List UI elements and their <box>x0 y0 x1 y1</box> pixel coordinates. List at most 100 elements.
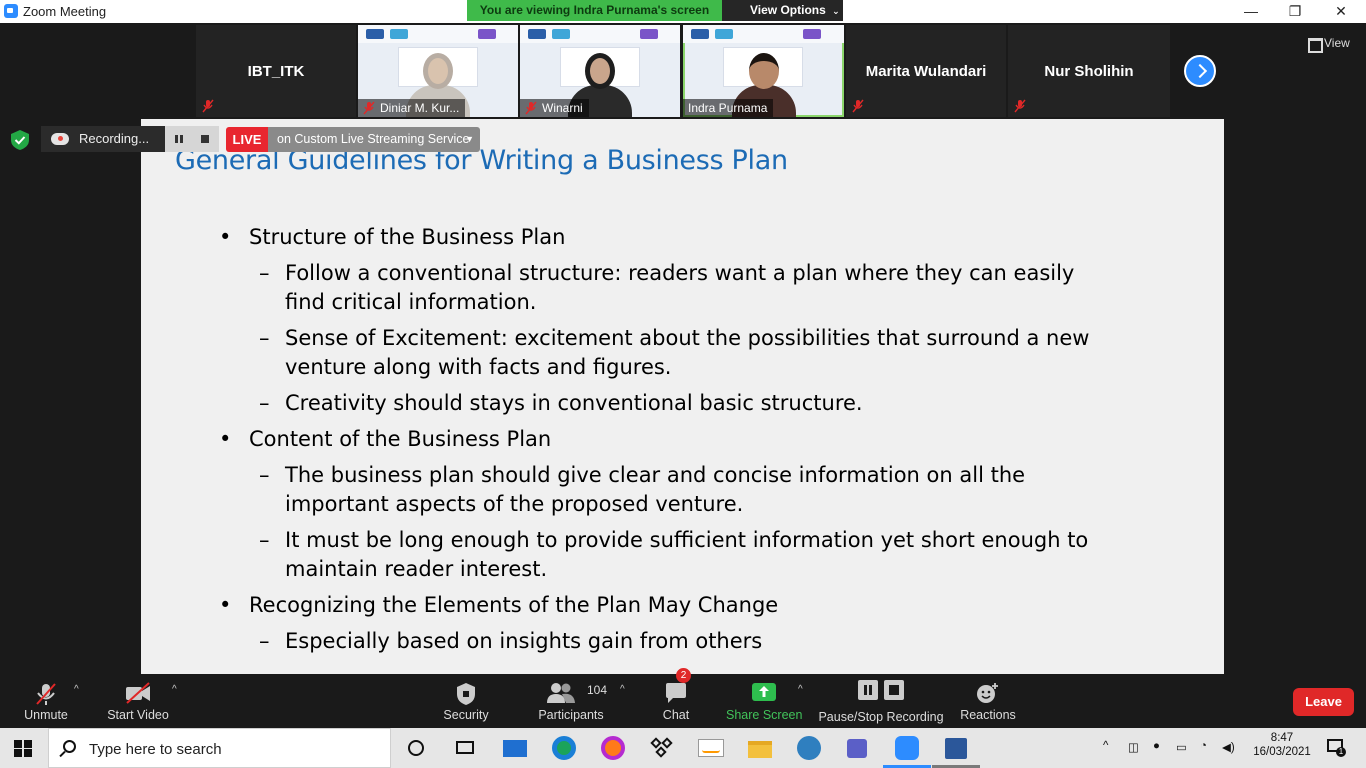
live-badge[interactable]: LIVE <box>226 127 268 152</box>
chat-button[interactable]: 2 Chat <box>658 668 694 728</box>
participant-video-tile[interactable]: Winarni <box>520 25 680 117</box>
start-video-button[interactable]: Start Video <box>104 674 172 728</box>
logo-icon <box>552 29 570 39</box>
mic-muted-icon <box>525 101 537 115</box>
view-button[interactable]: View <box>1302 33 1358 53</box>
participant-name-label: Diniar M. Kur... <box>358 99 466 117</box>
window-title: Zoom Meeting <box>23 4 107 19</box>
stop-recording-button[interactable] <box>192 126 219 152</box>
sub-bullet-item: Follow a conventional structure: readers… <box>219 259 1119 317</box>
volume-icon[interactable]: ◀) <box>1222 740 1235 754</box>
show-hidden-icons-icon[interactable]: ^ <box>1103 740 1108 752</box>
reactions-label: Reactions <box>960 708 1016 722</box>
live-service-label: on Custom Live Streaming Service <box>277 132 470 146</box>
maximize-button[interactable]: ❐ <box>1272 0 1318 23</box>
cortana-icon[interactable] <box>403 736 429 760</box>
logo-icon <box>478 29 496 39</box>
security-button[interactable]: Security <box>440 674 492 728</box>
chat-label: Chat <box>662 708 690 722</box>
mic-muted-icon <box>363 101 375 115</box>
zoom-taskbar-icon[interactable] <box>883 736 931 768</box>
unmute-button[interactable]: Unmute <box>14 674 78 728</box>
pause-recording-button[interactable] <box>165 126 192 152</box>
share-screen-button[interactable]: Share Screen <box>726 674 802 728</box>
participant-tile[interactable]: Marita Wulandari <box>846 25 1006 117</box>
microsoft-teams-icon[interactable] <box>845 736 871 760</box>
pause-stop-recording-button[interactable]: Pause/Stop Recording <box>818 674 944 728</box>
live-streaming-service-dropdown[interactable]: on Custom Live Streaming Service ▼ <box>268 127 480 152</box>
taskbar-clock[interactable]: 8:47 16/03/2021 <box>1249 732 1315 758</box>
smiley-add-icon <box>977 683 998 703</box>
participants-label: Participants <box>538 708 604 722</box>
audio-options-caret-icon[interactable]: ^ <box>74 684 79 695</box>
participant-tile[interactable]: Nur Sholihin <box>1008 25 1170 117</box>
mic-muted-icon <box>1014 99 1026 113</box>
logo-icon <box>390 29 408 39</box>
participant-tile[interactable]: IBT_ITK <box>196 25 356 117</box>
windows-taskbar: Type here to search ^ ◫ ● ▭ ◔ ◀) 8:47 16… <box>0 728 1366 768</box>
participant-strip: IBT_ITK Diniar M. Kur... Winarni Indra P… <box>0 23 1366 119</box>
notifications-icon[interactable]: 1 <box>1325 738 1346 757</box>
participant-video-tile[interactable]: Diniar M. Kur... <box>358 25 518 117</box>
network-device-icon[interactable]: ◫ <box>1128 740 1139 754</box>
participants-count: 104 <box>587 683 608 697</box>
participant-name: IBT_ITK <box>247 63 305 80</box>
firefox-icon[interactable] <box>600 736 626 760</box>
participant-name: Diniar M. Kur... <box>380 101 460 115</box>
windows-start-icon[interactable] <box>14 740 32 757</box>
logo-icon <box>528 29 546 39</box>
sub-bullet-item: Especially based on insights gain from o… <box>219 627 1119 656</box>
video-camera-off-icon <box>126 682 150 704</box>
file-explorer-icon[interactable] <box>747 736 773 760</box>
participant-name-label: Winarni <box>520 99 589 117</box>
mail-icon[interactable] <box>502 736 528 760</box>
logo-icon <box>691 29 709 39</box>
active-speaker-video-tile[interactable]: Indra Purnama <box>683 25 844 117</box>
view-options-button[interactable]: View Options ⌄ <box>722 0 843 21</box>
security-shield-icon[interactable] <box>9 129 31 151</box>
clock-time: 8:47 <box>1270 732 1294 744</box>
participant-name: Indra Purnama <box>688 101 768 115</box>
taskbar-search-box[interactable]: Type here to search <box>48 728 391 768</box>
logo-icon <box>803 29 821 39</box>
zoom-app-icon <box>4 4 18 18</box>
meeting-controls-bar: Unmute ^ Start Video ^ Security 104 Part… <box>0 668 1366 728</box>
share-screen-label: Share Screen <box>726 708 803 722</box>
pause-stop-recording-label: Pause/Stop Recording <box>818 710 944 724</box>
reactions-button[interactable]: Reactions <box>958 674 1018 728</box>
microphone-tray-icon[interactable]: ● <box>1153 740 1160 752</box>
microsoft-word-icon[interactable] <box>932 736 980 768</box>
video-options-caret-icon[interactable]: ^ <box>172 684 177 695</box>
minimize-button[interactable]: — <box>1228 0 1274 23</box>
title-bar: Zoom Meeting You are viewing Indra Purna… <box>0 0 1366 23</box>
amazon-icon[interactable] <box>698 736 724 760</box>
leave-button[interactable]: Leave <box>1293 688 1354 716</box>
math-app-icon[interactable] <box>796 736 822 760</box>
chat-bubble-icon <box>666 683 686 703</box>
participants-button[interactable]: 104 Participants <box>536 674 608 728</box>
wifi-icon[interactable]: ◔ <box>1200 740 1207 752</box>
battery-icon[interactable]: ▭ <box>1176 740 1187 754</box>
recording-status: Recording... <box>79 131 150 146</box>
next-page-arrow-button[interactable] <box>1184 55 1216 87</box>
recording-indicator: Recording... <box>41 126 165 152</box>
sub-bullet-item: Sense of Excitement: excitement about th… <box>219 324 1119 382</box>
microphone-muted-icon <box>36 683 56 705</box>
close-button[interactable]: ✕ <box>1318 0 1364 23</box>
bullet-item: Recognizing the Elements of the Plan May… <box>219 591 1119 620</box>
bullet-item: Structure of the Business Plan <box>219 223 1119 252</box>
share-options-caret-icon[interactable]: ^ <box>798 684 803 695</box>
slide-bullet-list: Structure of the Business Plan Follow a … <box>219 223 1119 663</box>
stop-icon <box>884 680 904 700</box>
participants-options-caret-icon[interactable]: ^ <box>620 684 625 695</box>
chat-unread-badge: 2 <box>676 668 691 683</box>
edge-browser-icon[interactable] <box>551 736 577 760</box>
sub-bullet-item: The business plan should give clear and … <box>219 461 1119 519</box>
clock-date: 16/03/2021 <box>1253 746 1311 758</box>
dropbox-icon[interactable] <box>649 736 675 760</box>
view-options-label: View Options <box>750 3 826 17</box>
logo-icon <box>366 29 384 39</box>
participant-name: Winarni <box>542 101 583 115</box>
task-view-icon[interactable] <box>452 736 478 760</box>
logo-icon <box>715 29 733 39</box>
